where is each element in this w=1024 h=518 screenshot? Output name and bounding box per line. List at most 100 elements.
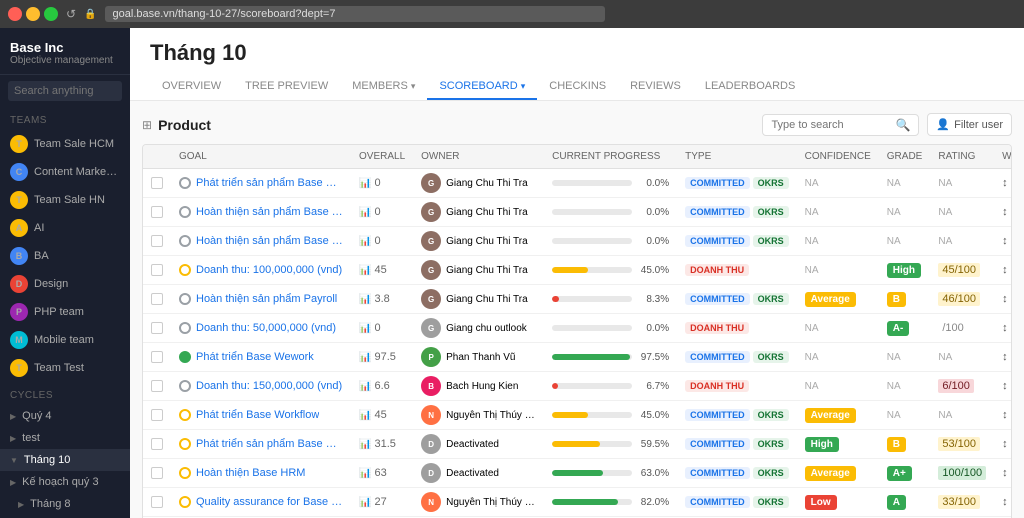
type-badge-1: DOANH THU	[685, 264, 749, 276]
sidebar-item-quy4[interactable]: ▶ Quý 4	[0, 405, 130, 427]
close-button[interactable]	[8, 7, 22, 21]
goal-name[interactable]: Phát triển Base Wework	[196, 351, 314, 363]
goal-circle	[179, 496, 191, 508]
goal-circle	[179, 293, 191, 305]
main-nav: OVERVIEW TREE PREVIEW MEMBERS ▾ SCOREBOA…	[150, 74, 1004, 100]
maximize-button[interactable]	[44, 7, 58, 21]
grade-badge: A	[887, 495, 906, 510]
tab-members[interactable]: MEMBERS ▾	[340, 74, 427, 100]
owner-cell: GGiang Chu Thi Tra	[421, 173, 536, 193]
progress-cell: 59.5%	[552, 439, 669, 450]
sidebar-item-label: Team Sale HCM	[34, 138, 120, 150]
filter-user-button[interactable]: 👤 Filter user	[927, 113, 1012, 136]
progress-cell: 0.0%	[552, 178, 669, 189]
row-checkbox[interactable]	[151, 322, 163, 334]
sidebar-item-thang8[interactable]: ▶ Tháng 8	[0, 493, 130, 515]
progress-pct: 0.0%	[637, 207, 669, 218]
reload-icon[interactable]: ↺	[66, 7, 76, 21]
overall-value: 0	[374, 322, 380, 334]
row-checkbox[interactable]	[151, 496, 163, 508]
cycles-section-label: CYCLES	[0, 382, 130, 405]
goal-name[interactable]: Hoàn thiện sản phẩm Base Timesheet	[196, 206, 343, 218]
row-checkbox[interactable]	[151, 467, 163, 479]
progress-bar-bg	[552, 267, 632, 273]
row-checkbox[interactable]	[151, 351, 163, 363]
minimize-button[interactable]	[26, 7, 40, 21]
progress-pct: 82.0%	[637, 497, 669, 508]
goal-name[interactable]: Doanh thu: 50,000,000 (vnd)	[196, 322, 336, 334]
overall-value: 3.8	[374, 293, 389, 305]
sidebar-item-mobile-team[interactable]: M Mobile team	[0, 326, 130, 354]
owner-avatar: P	[421, 347, 441, 367]
tab-checkins[interactable]: CHECKINS	[537, 74, 618, 100]
progress-bar-fill	[552, 354, 630, 360]
goal-name[interactable]: Phát triển sản phẩm Base Wework	[196, 438, 343, 450]
progress-bar-bg	[552, 441, 632, 447]
tab-leaderboards[interactable]: LEADERBOARDS	[693, 74, 807, 100]
type-badge-2: OKRS	[753, 235, 789, 247]
row-checkbox[interactable]	[151, 206, 163, 218]
section-title-group: ⊞ Product	[142, 117, 211, 133]
row-checkbox[interactable]	[151, 177, 163, 189]
sidebar-item-team-test[interactable]: T Team Test	[0, 354, 130, 382]
sidebar-item-label: PHP team	[34, 306, 120, 318]
sidebar-item-team-sale-hcm[interactable]: T Team Sale HCM	[0, 130, 130, 158]
row-checkbox[interactable]	[151, 438, 163, 450]
row-checkbox[interactable]	[151, 235, 163, 247]
rating-score: 45/100	[938, 263, 980, 277]
goal-name[interactable]: Phát triển Base Workflow	[196, 409, 319, 421]
tab-scoreboard[interactable]: SCOREBOARD ▾	[427, 74, 537, 100]
row-checkbox[interactable]	[151, 293, 163, 305]
goal-name[interactable]: Hoàn thiện Base HRM	[196, 467, 305, 479]
table-search-box[interactable]: 🔍	[762, 114, 919, 136]
owner-name: Nguyễn Thị Thúy Hiền	[446, 497, 536, 508]
section-icon: ⊞	[142, 118, 152, 132]
type-badge-2: OKRS	[753, 496, 789, 508]
type-badge-2: OKRS	[753, 293, 789, 305]
goal-name[interactable]: Hoàn thiện sản phẩm Base Checkin	[196, 235, 343, 247]
progress-cell: 0.0%	[552, 207, 669, 218]
sidebar-item-label: Design	[34, 278, 120, 290]
table-row: Phát triển Base Wework📊97.5PPhan Thanh V…	[143, 343, 1012, 372]
weight-value: 1	[1011, 409, 1012, 421]
overall-cell: 📊0	[359, 206, 405, 218]
type-badge-1: COMMITTED	[685, 438, 750, 450]
sidebar-item-ai[interactable]: A AI	[0, 214, 130, 242]
row-checkbox[interactable]	[151, 264, 163, 276]
sidebar-item-ke-hoach-quy3[interactable]: ▶ Kế hoạch quý 3	[0, 471, 130, 493]
goal-name[interactable]: Doanh thu: 150,000,000 (vnd)	[196, 380, 342, 392]
sidebar-item-design[interactable]: D Design	[0, 270, 130, 298]
owner-name: Nguyễn Thị Thúy Hiền	[446, 410, 536, 421]
goal-name[interactable]: Doanh thu: 100,000,000 (vnd)	[196, 264, 342, 276]
goal-name[interactable]: Hoàn thiện sản phẩm Payroll	[196, 293, 337, 305]
owner-name: Deactivated	[446, 439, 499, 450]
weight-cell: ↕1	[1002, 438, 1012, 450]
sidebar-item-label: Content Marketing	[34, 166, 120, 178]
col-rating: RATING	[930, 145, 994, 169]
sidebar-item-php-team[interactable]: P PHP team	[0, 298, 130, 326]
sidebar-item-thang10[interactable]: ▼ Tháng 10	[0, 449, 130, 471]
row-checkbox[interactable]	[151, 380, 163, 392]
browser-url[interactable]: goal.base.vn/thang-10-27/scoreboard?dept…	[105, 6, 605, 22]
sidebar-search-input[interactable]	[8, 81, 122, 101]
sidebar-item-label: Team Test	[34, 362, 120, 374]
owner-avatar: N	[421, 492, 441, 512]
sidebar-item-test[interactable]: ▶ test	[0, 427, 130, 449]
sidebar-item-content-marketing[interactable]: C Content Marketing	[0, 158, 130, 186]
goal-name[interactable]: Quality assurance for Base HRM after imp…	[196, 496, 343, 508]
goal-name[interactable]: Phát triển sản phẩm Base Workflow	[196, 177, 343, 189]
sidebar-item-team-sale-hn[interactable]: T Team Sale HN	[0, 186, 130, 214]
type-badge-2: OKRS	[753, 177, 789, 189]
table-search-input[interactable]	[771, 119, 891, 131]
sidebar-item-ba[interactable]: B BA	[0, 242, 130, 270]
owner-avatar: G	[421, 231, 441, 251]
type-badge-1: COMMITTED	[685, 409, 750, 421]
tab-overview[interactable]: OVERVIEW	[150, 74, 233, 100]
tab-tree-preview[interactable]: TREE PREVIEW	[233, 74, 340, 100]
overall-cell: 📊3.8	[359, 293, 405, 305]
row-checkbox[interactable]	[151, 409, 163, 421]
tab-reviews[interactable]: REVIEWS	[618, 74, 693, 100]
type-badge-1: COMMITTED	[685, 235, 750, 247]
avatar: B	[10, 247, 28, 265]
user-icon: 👤	[936, 118, 950, 131]
